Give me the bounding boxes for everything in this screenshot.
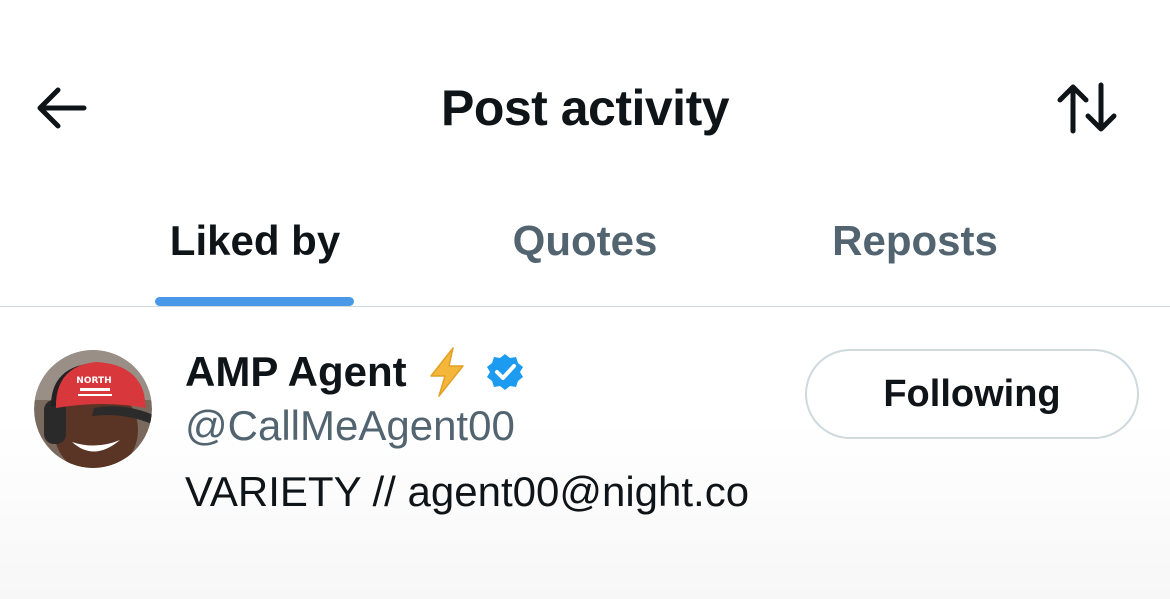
tab-liked-by[interactable]: Liked by (140, 200, 370, 306)
svg-text:NORTH: NORTH (76, 376, 111, 386)
tab-bar: Liked by Quotes Reposts (0, 200, 1170, 307)
user-handle[interactable]: @CallMeAgent00 (185, 401, 515, 451)
sort-arrows-icon (1057, 82, 1117, 134)
tab-liked-by-label: Liked by (169, 217, 341, 264)
tab-quotes[interactable]: Quotes (470, 200, 700, 306)
header: Post activity (0, 0, 1170, 200)
post-activity-screen: Post activity Liked by Quotes Reposts NO… (0, 0, 1170, 599)
avatar[interactable]: NORTH (34, 350, 152, 468)
tab-active-indicator (155, 297, 354, 306)
tab-reposts-label: Reposts (832, 217, 998, 264)
user-bio: VARIETY // agent00@night.co (185, 468, 750, 515)
user-list-item[interactable]: NORTH AMP Agent @CallMeAgent00 VARIETY /… (0, 307, 1170, 599)
following-button[interactable]: Following (805, 349, 1139, 439)
sort-button[interactable] (1050, 76, 1124, 140)
display-name-row[interactable]: AMP Agent (185, 345, 525, 399)
avatar-image: NORTH (34, 350, 152, 468)
page-title: Post activity (440, 80, 730, 136)
verified-badge-icon (485, 352, 525, 392)
tab-quotes-label: Quotes (512, 217, 658, 264)
tab-reposts[interactable]: Reposts (795, 200, 1035, 306)
lightning-bolt-icon (425, 346, 469, 398)
display-name: AMP Agent (185, 348, 407, 395)
